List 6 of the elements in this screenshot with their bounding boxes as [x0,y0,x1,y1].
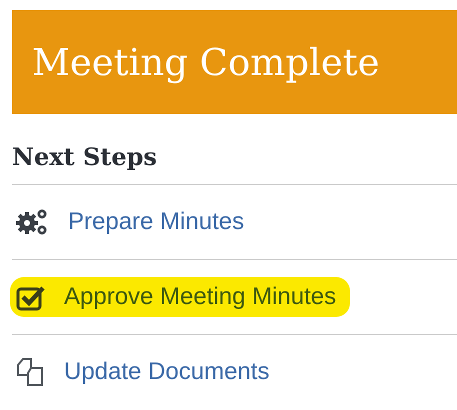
step-link[interactable]: Approve Meeting Minutes [10,277,350,317]
step-link[interactable]: Update Documents [10,351,284,393]
documents-icon [16,357,46,387]
section-heading: Next Steps [12,141,158,173]
step-link[interactable]: Prepare Minutes [10,201,258,243]
page-title: Meeting Complete [32,40,380,84]
